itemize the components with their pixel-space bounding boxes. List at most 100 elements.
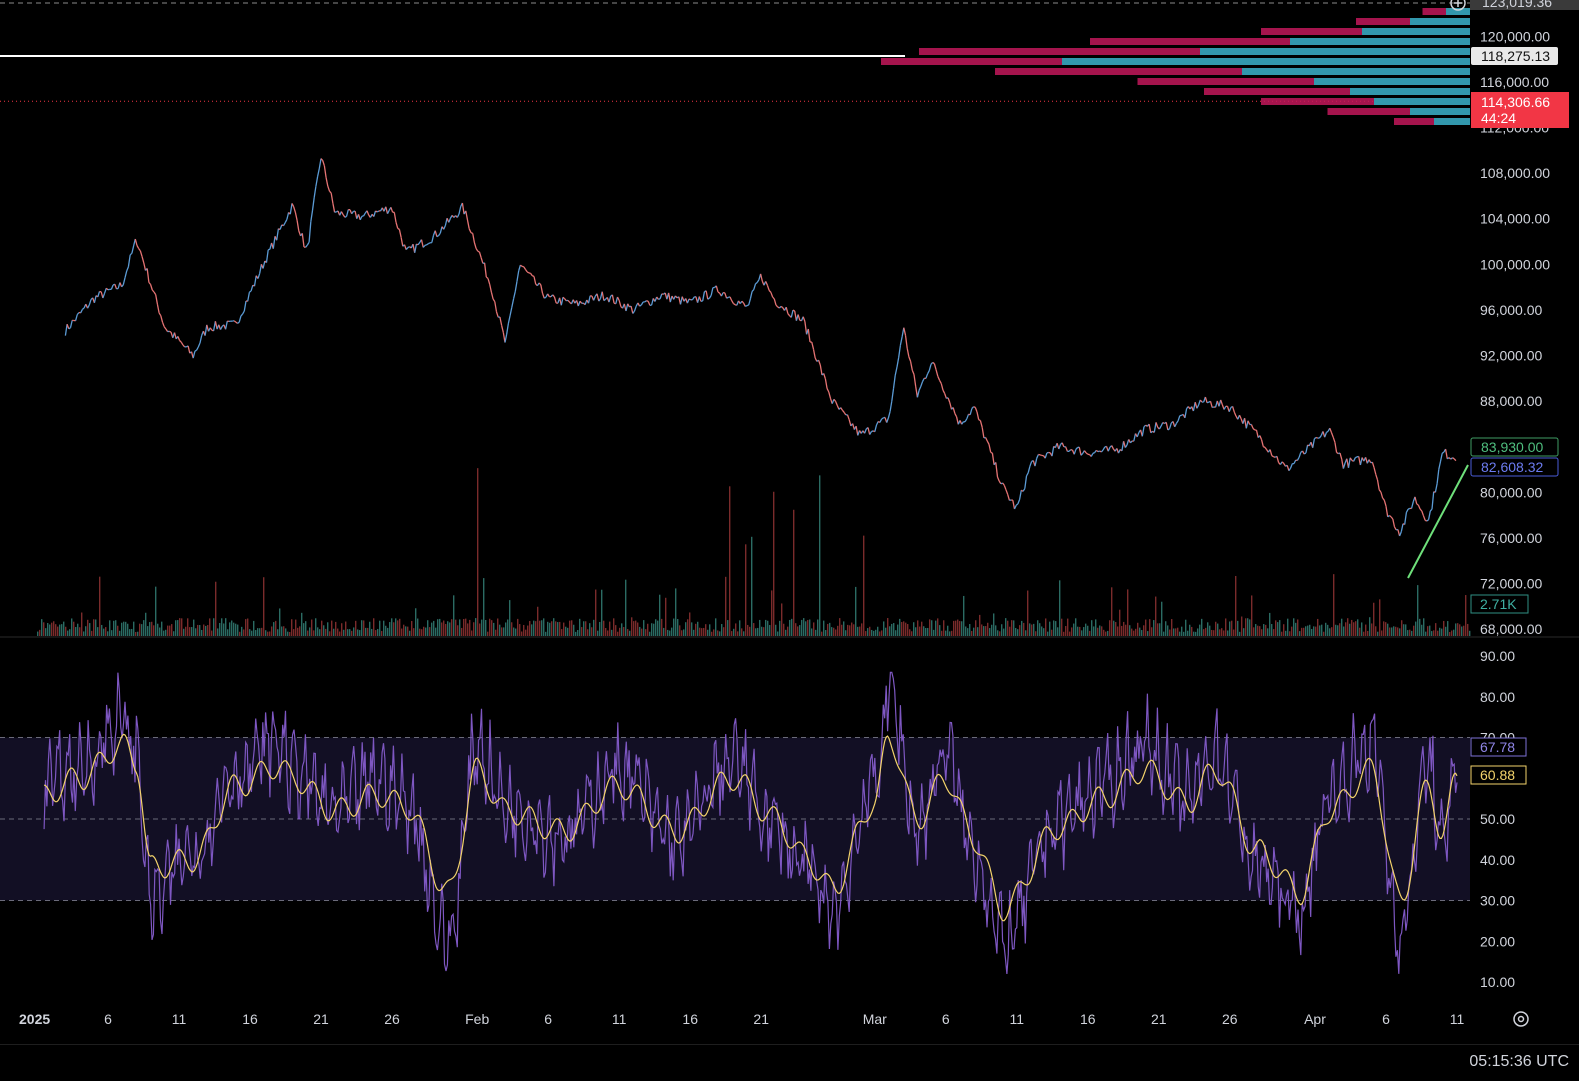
price-segment: [149, 282, 151, 284]
price-segment: [285, 219, 287, 222]
volume-bar: [1263, 624, 1264, 636]
chart-canvas[interactable]: 120,000.00116,000.00112,000.00108,000.00…: [0, 0, 1579, 1044]
volume-bar: [389, 622, 390, 636]
volume-bar: [1043, 628, 1044, 636]
price-segment: [457, 214, 459, 217]
price-segment: [205, 325, 207, 336]
volume-bar: [1313, 626, 1314, 636]
volume-bar: [945, 631, 946, 636]
price-segment: [1176, 421, 1178, 424]
volume-bar: [399, 619, 400, 636]
volume-bar: [1297, 619, 1298, 636]
volume-bar: [831, 627, 832, 636]
volume-bar: [1391, 627, 1392, 636]
price-segment: [1277, 456, 1279, 462]
price-segment: [1059, 445, 1061, 450]
volume-bar: [149, 622, 150, 636]
volume-bar: [443, 621, 444, 636]
volume-bar: [1179, 632, 1180, 636]
volume-bar: [561, 629, 562, 636]
price-segment: [466, 211, 468, 220]
price-series: [65, 159, 1456, 536]
volume-bar: [167, 626, 168, 636]
price-segment: [324, 166, 326, 178]
price-segment: [1018, 500, 1020, 504]
utc-clock[interactable]: 05:15:36 UTC: [1469, 1053, 1569, 1071]
price-axis: 120,000.00116,000.00112,000.00108,000.00…: [1451, 0, 1579, 637]
price-segment: [1200, 400, 1202, 402]
time-tick-label: 21: [753, 1011, 769, 1027]
volume-bar: [231, 621, 232, 636]
price-segment: [1008, 494, 1010, 500]
volume-bar: [1001, 624, 1002, 636]
price-segment: [428, 243, 430, 244]
price-segment: [1384, 500, 1386, 506]
volume-bar: [1219, 629, 1220, 636]
volume-bar: [1227, 630, 1228, 636]
price-segment: [897, 357, 899, 367]
volume-bar: [927, 628, 928, 636]
price-segment: [137, 246, 139, 249]
price-segment: [115, 284, 117, 289]
volume-bar: [669, 631, 670, 636]
volume-bar: [971, 631, 972, 636]
volume-bar: [139, 624, 140, 636]
price-segment: [1451, 458, 1453, 459]
volume-bar: [925, 628, 926, 636]
price-segment: [1074, 449, 1076, 454]
volume-bar: [1113, 621, 1114, 636]
price-segment: [749, 299, 751, 305]
price-segment: [1003, 483, 1005, 485]
time-tick-label: 16: [242, 1011, 258, 1027]
volume-bar: [957, 620, 958, 636]
volume-bar: [145, 613, 146, 636]
price-segment: [490, 284, 492, 292]
price-segment: [829, 392, 831, 398]
volume-bar: [1289, 631, 1290, 636]
chart-area[interactable]: 120,000.00116,000.00112,000.00108,000.00…: [0, 0, 1579, 1080]
volume-bar: [577, 630, 578, 636]
volume-bar: [239, 632, 240, 636]
volume-bar: [587, 629, 588, 636]
volume-bar: [83, 631, 84, 636]
volume-bar: [1417, 585, 1418, 636]
volume-bar: [227, 629, 228, 636]
status-bar: 05:15:36 UTC: [0, 1044, 1579, 1081]
volume-bar: [495, 630, 496, 636]
price-segment: [827, 389, 829, 392]
volume-bar: [1047, 632, 1048, 636]
price-segment: [548, 294, 550, 297]
volume-bar: [783, 624, 784, 636]
volume-bar: [487, 632, 488, 636]
volume-bar: [1181, 627, 1182, 636]
volume-bar: [1231, 621, 1232, 636]
price-segment: [1417, 504, 1419, 505]
price-segment: [193, 351, 195, 358]
gear-icon[interactable]: [1514, 1012, 1528, 1026]
volume-bar: [405, 626, 406, 636]
volume-bar: [135, 632, 136, 636]
price-segment: [1405, 512, 1407, 524]
volume-bar: [229, 622, 230, 636]
price-tick-label: 88,000.00: [1480, 393, 1542, 409]
price-segment: [311, 211, 313, 222]
price-segment: [1379, 490, 1381, 492]
volume-bar: [895, 630, 896, 636]
volume-bar: [539, 621, 540, 636]
price-segment: [427, 244, 429, 245]
volume-bar: [805, 621, 806, 636]
price-segment: [1284, 464, 1286, 467]
volume-bar: [867, 628, 868, 636]
volume-bar: [863, 536, 864, 636]
price-segment: [1108, 447, 1110, 451]
time-tick-label: 11: [1010, 1011, 1025, 1027]
price-segment: [1427, 520, 1429, 521]
price-segment: [1262, 440, 1264, 447]
price-segment: [478, 251, 480, 252]
price-segment: [183, 345, 185, 347]
price-segment: [836, 401, 838, 405]
volume-bar: [1235, 576, 1236, 636]
volume-bar: [1387, 624, 1388, 636]
volume-bar: [729, 486, 730, 636]
volume-bar: [1143, 625, 1144, 636]
